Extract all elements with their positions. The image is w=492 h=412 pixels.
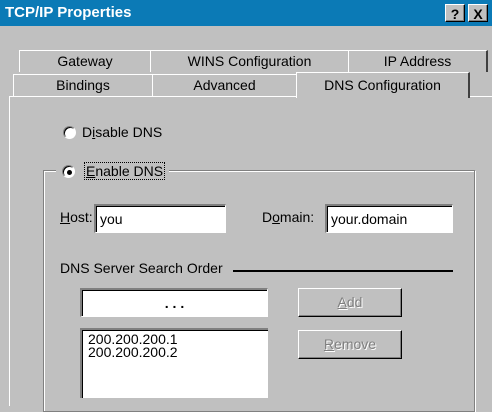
remove-button[interactable]: Remove (298, 330, 402, 359)
dns-server-list[interactable]: 200.200.200.1 200.200.200.2 (80, 328, 268, 398)
radio-button-icon[interactable] (63, 126, 76, 139)
radio-selected-dot (67, 170, 72, 175)
radio-button-icon[interactable] (62, 165, 75, 178)
tab-gateway[interactable]: Gateway (19, 50, 152, 72)
list-item[interactable]: 200.200.200.2 (88, 345, 262, 359)
add-button[interactable]: Add (298, 288, 402, 317)
enable-dns-label: Enable DNS (84, 162, 166, 180)
disable-dns-label: Disable DNS (82, 124, 163, 140)
tab-advanced[interactable]: Advanced (152, 74, 298, 96)
domain-input[interactable]: your.domain (325, 204, 453, 233)
tab-ip-address[interactable]: IP Address (348, 50, 488, 72)
host-input[interactable]: you (94, 204, 226, 233)
tab-wins-configuration[interactable]: WINS Configuration (150, 50, 350, 72)
dns-server-search-order-label: DNS Server Search Order (60, 260, 223, 276)
tab-dns-configuration[interactable]: DNS Configuration (296, 72, 470, 98)
domain-label: Domain: (262, 209, 315, 225)
dns-server-ip-input[interactable]: . . . (80, 288, 268, 317)
close-button[interactable]: X (468, 4, 488, 22)
tab-bindings[interactable]: Bindings (13, 74, 154, 96)
section-divider (233, 270, 453, 272)
host-label: Host: (60, 209, 93, 225)
enable-dns-radio[interactable]: Enable DNS (56, 161, 170, 181)
help-button[interactable]: ? (445, 4, 465, 22)
window-title: TCP/IP Properties (5, 4, 132, 21)
